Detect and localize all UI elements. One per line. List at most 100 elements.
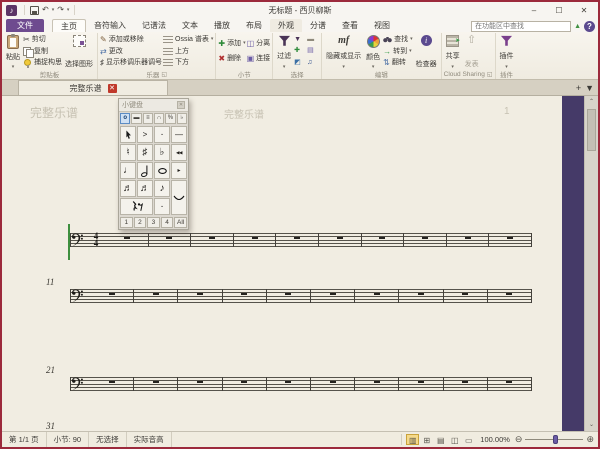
scroll-down-icon[interactable]: ⌄ xyxy=(585,419,598,431)
ossia-staff-button[interactable]: Ossia 谱表 ▾ xyxy=(163,35,213,44)
measure[interactable] xyxy=(311,289,355,303)
whole-rest[interactable] xyxy=(252,237,258,240)
share-button[interactable]: 共享 ▾ xyxy=(444,33,462,69)
redo-icon[interactable]: ↷ xyxy=(57,5,64,15)
whole-rest[interactable] xyxy=(197,381,203,384)
whole-rest[interactable] xyxy=(506,381,512,384)
measure[interactable] xyxy=(399,377,443,391)
score-area[interactable]: 完整乐谱 完整乐谱 1 44112131 ⌃ ⌄ 小键盘 ✕ o▬≡∩%♭ >·… xyxy=(2,96,598,431)
whole-rest[interactable] xyxy=(285,293,291,296)
selection-tool-icon-1[interactable]: ▬ xyxy=(307,36,319,44)
measure[interactable] xyxy=(355,377,399,391)
redo-dropdown-icon[interactable]: ▾ xyxy=(67,7,70,13)
copy-button[interactable]: 复制 xyxy=(23,47,62,56)
keypad-button-half-note[interactable] xyxy=(137,162,153,179)
pages-horizontal-view-icon[interactable]: ▤ xyxy=(434,434,447,445)
whole-rest[interactable] xyxy=(379,237,385,240)
measure[interactable] xyxy=(223,289,267,303)
measure[interactable] xyxy=(355,289,399,303)
staff-system-2[interactable] xyxy=(70,289,532,303)
search-input[interactable] xyxy=(471,21,571,32)
whole-rest[interactable] xyxy=(465,237,471,240)
whole-rest[interactable] xyxy=(285,381,291,384)
close-tab-icon[interactable]: ✕ xyxy=(108,84,117,93)
whole-rest[interactable] xyxy=(374,381,380,384)
keypad-button-tie[interactable] xyxy=(171,180,187,215)
measure[interactable] xyxy=(404,233,447,247)
inspector-button[interactable]: i 检查器 xyxy=(414,33,439,69)
measure[interactable] xyxy=(488,289,532,303)
time-signature[interactable]: 44 xyxy=(92,233,100,248)
selection-tool-icon-4[interactable]: ◩ xyxy=(294,59,306,67)
split-bar-button[interactable]: ◫ 分离 xyxy=(247,39,271,48)
whole-rest[interactable] xyxy=(330,381,336,384)
staff-below-button[interactable]: 下方 xyxy=(163,58,213,67)
whole-rest[interactable] xyxy=(374,293,380,296)
measure[interactable] xyxy=(234,233,277,247)
measure[interactable] xyxy=(444,289,488,303)
whole-rest[interactable] xyxy=(294,237,300,240)
keypad-button-staccato[interactable]: · xyxy=(154,126,170,143)
keypad-button-cursor[interactable] xyxy=(120,126,136,143)
ribbon-tab-9[interactable]: 视图 xyxy=(366,19,398,32)
measure[interactable] xyxy=(362,233,405,247)
measure[interactable] xyxy=(319,233,362,247)
whole-rest[interactable] xyxy=(153,293,159,296)
keypad-button-sixteenth-note[interactable]: ♬ xyxy=(137,180,153,197)
whole-rest[interactable] xyxy=(418,381,424,384)
select-graphic-button[interactable]: 选择图形 xyxy=(63,33,95,69)
whole-rest[interactable] xyxy=(507,237,513,240)
whole-rest[interactable] xyxy=(241,381,247,384)
panorama-view-icon[interactable]: ▭ xyxy=(462,434,475,445)
new-tab-icon[interactable]: + xyxy=(576,83,581,93)
whole-rest[interactable] xyxy=(422,237,428,240)
delete-bar-button[interactable]: ✖ 删除 xyxy=(218,54,245,63)
whole-rest[interactable] xyxy=(330,293,336,296)
close-button[interactable]: ✕ xyxy=(572,4,596,17)
ribbon-tab-3[interactable]: 文本 xyxy=(174,19,206,32)
whole-rest[interactable] xyxy=(197,293,203,296)
whole-rest[interactable] xyxy=(109,293,115,296)
keypad-button-flag[interactable]: ▸ xyxy=(171,162,187,179)
keypad-button-eighth-note[interactable]: ♪ xyxy=(154,180,170,197)
hide-show-button[interactable]: mf 隐藏或显示 ▾ xyxy=(324,33,363,69)
save-icon[interactable] xyxy=(30,6,39,15)
keypad-tab-jazz-articulations[interactable]: % xyxy=(165,113,175,124)
keypad-title-bar[interactable]: 小键盘 ✕ xyxy=(119,99,188,112)
dialog-launcher-icon[interactable]: ◱ xyxy=(161,71,167,78)
whole-rest[interactable] xyxy=(418,293,424,296)
maximize-button[interactable]: ☐ xyxy=(547,4,571,17)
measure[interactable] xyxy=(399,289,443,303)
measure[interactable] xyxy=(106,233,149,247)
selection-tool-icon-2[interactable]: ✚ xyxy=(294,47,306,55)
undo-icon[interactable]: ↶ xyxy=(42,5,49,15)
staff-system-1[interactable]: 44 xyxy=(70,233,532,247)
spread-view-icon[interactable]: ▥ xyxy=(406,434,419,445)
keypad-voice-4[interactable]: 4 xyxy=(161,217,174,228)
keypad-tab-more-notes[interactable]: ▬ xyxy=(131,113,141,124)
minimize-button[interactable]: – xyxy=(522,4,546,17)
measure[interactable] xyxy=(223,377,267,391)
measure[interactable] xyxy=(134,289,178,303)
find-button[interactable]: 查找 ▾ xyxy=(383,35,413,44)
scrollbar-thumb[interactable] xyxy=(587,109,596,151)
keypad-button-dot[interactable]: · xyxy=(154,198,170,215)
measure[interactable] xyxy=(276,233,319,247)
selection-tool-icon-5[interactable]: ♫ xyxy=(307,59,319,67)
keypad-close-icon[interactable]: ✕ xyxy=(177,101,185,109)
ribbon-tab-4[interactable]: 播放 xyxy=(206,19,238,32)
keypad-tab-common-notes[interactable]: o xyxy=(120,113,130,124)
whole-rest[interactable] xyxy=(462,381,468,384)
flip-button[interactable]: ⇅ 翻转 xyxy=(383,58,413,67)
paste-button[interactable]: 粘贴 ▾ xyxy=(4,33,22,69)
ribbon-tab-2[interactable]: 记谱法 xyxy=(134,19,174,32)
ribbon-tab-1[interactable]: 音符输入 xyxy=(86,19,134,32)
selection-tool-icon-0[interactable]: ▼ xyxy=(294,36,306,44)
whole-rest[interactable] xyxy=(109,381,115,384)
collapse-ribbon-icon[interactable]: ▲ xyxy=(574,21,581,32)
keypad-tab-beams-tremolos[interactable]: ≡ xyxy=(143,113,153,124)
keypad-button-rest[interactable] xyxy=(120,198,153,215)
zoom-slider[interactable] xyxy=(525,439,583,440)
keypad-voice-1[interactable]: 1 xyxy=(120,217,133,228)
whole-rest[interactable] xyxy=(166,237,172,240)
